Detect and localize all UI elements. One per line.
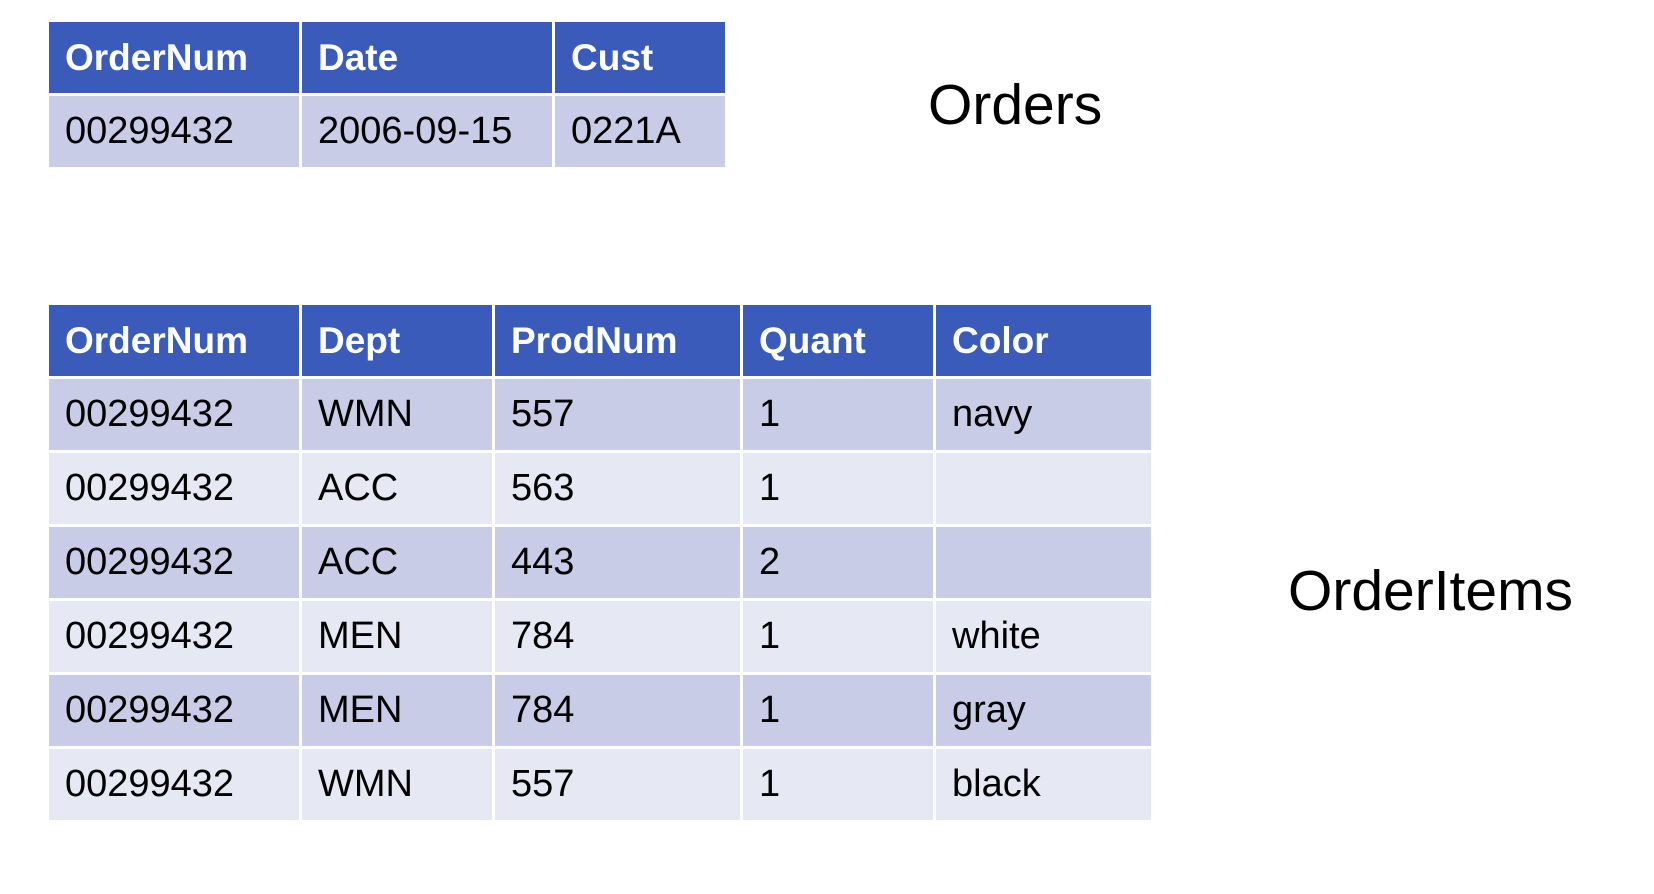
order-items-cell-color <box>936 453 1151 524</box>
order-items-cell-color: white <box>936 601 1151 672</box>
order-items-table: OrderNum Dept ProdNum Quant Color 002994… <box>46 302 1154 823</box>
order-items-cell-dept: WMN <box>302 749 492 820</box>
order-items-cell-dept: MEN <box>302 675 492 746</box>
table-row: 00299432 WMN 557 1 navy <box>49 379 1151 450</box>
order-items-cell-quant: 1 <box>743 379 933 450</box>
order-items-cell-quant: 1 <box>743 749 933 820</box>
orders-header-row: OrderNum Date Cust <box>49 22 725 93</box>
table-row: 00299432 MEN 784 1 gray <box>49 675 1151 746</box>
table-row: 00299432 ACC 563 1 <box>49 453 1151 524</box>
order-items-cell-quant: 1 <box>743 453 933 524</box>
order-items-header-color: Color <box>936 305 1151 376</box>
order-items-cell-color: navy <box>936 379 1151 450</box>
orders-table-title: Orders <box>928 73 1103 137</box>
order-items-cell-ordernum: 00299432 <box>49 527 299 598</box>
order-items-cell-ordernum: 00299432 <box>49 601 299 672</box>
order-items-header-row: OrderNum Dept ProdNum Quant Color <box>49 305 1151 376</box>
table-row: 00299432 WMN 557 1 black <box>49 749 1151 820</box>
order-items-header-quant: Quant <box>743 305 933 376</box>
order-items-cell-prodnum: 443 <box>495 527 740 598</box>
order-items-cell-prodnum: 557 <box>495 379 740 450</box>
orders-cell-date: 2006-09-15 <box>302 96 552 167</box>
table-row: 00299432 2006-09-15 0221A <box>49 96 725 167</box>
order-items-header-prodnum: ProdNum <box>495 305 740 376</box>
orders-header-cust: Cust <box>555 22 725 93</box>
orders-header-date: Date <box>302 22 552 93</box>
order-items-header-dept: Dept <box>302 305 492 376</box>
order-items-table-title: OrderItems <box>1288 559 1574 623</box>
order-items-cell-ordernum: 00299432 <box>49 453 299 524</box>
order-items-cell-quant: 2 <box>743 527 933 598</box>
order-items-cell-color <box>936 527 1151 598</box>
order-items-cell-prodnum: 784 <box>495 675 740 746</box>
table-row: 00299432 MEN 784 1 white <box>49 601 1151 672</box>
table-row: 00299432 ACC 443 2 <box>49 527 1151 598</box>
order-items-cell-color: black <box>936 749 1151 820</box>
order-items-header-ordernum: OrderNum <box>49 305 299 376</box>
order-items-cell-dept: WMN <box>302 379 492 450</box>
order-items-cell-ordernum: 00299432 <box>49 749 299 820</box>
order-items-cell-prodnum: 557 <box>495 749 740 820</box>
order-items-cell-prodnum: 563 <box>495 453 740 524</box>
order-items-cell-dept: ACC <box>302 527 492 598</box>
order-items-cell-prodnum: 784 <box>495 601 740 672</box>
order-items-cell-quant: 1 <box>743 675 933 746</box>
orders-header-ordernum: OrderNum <box>49 22 299 93</box>
order-items-cell-quant: 1 <box>743 601 933 672</box>
order-items-cell-color: gray <box>936 675 1151 746</box>
order-items-cell-ordernum: 00299432 <box>49 675 299 746</box>
order-items-cell-dept: MEN <box>302 601 492 672</box>
orders-cell-ordernum: 00299432 <box>49 96 299 167</box>
order-items-cell-dept: ACC <box>302 453 492 524</box>
orders-table: OrderNum Date Cust 00299432 2006-09-15 0… <box>46 19 728 170</box>
orders-cell-cust: 0221A <box>555 96 725 167</box>
order-items-cell-ordernum: 00299432 <box>49 379 299 450</box>
